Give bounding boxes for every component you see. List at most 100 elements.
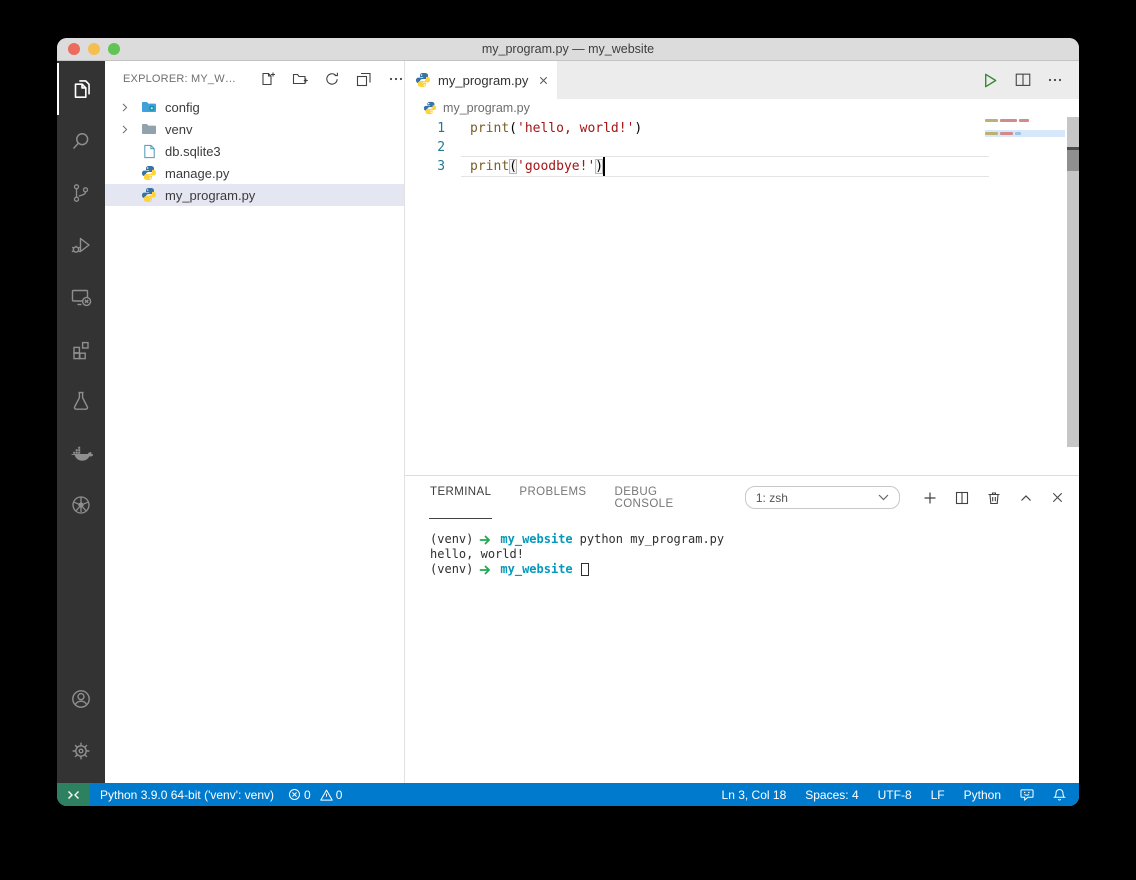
code-line-3: print('goodbye!') [470,157,642,176]
files-icon [69,76,95,102]
tab-label: my_program.py [438,73,528,88]
tree-item-label: db.sqlite3 [165,144,221,159]
run-debug-icon [69,233,93,257]
explorer-sidebar: EXPLORER: MY_W… config [105,61,405,783]
title-bar: my_program.py — my_website [57,38,1079,61]
close-tab-icon[interactable] [538,75,549,86]
terminal-shell-selector[interactable]: 1: zsh [745,486,900,509]
code-editor[interactable]: 1 2 3 print('hello, world!') print('good… [405,117,1079,475]
activity-explorer[interactable] [57,63,105,115]
code-lines: print('hello, world!') print('goodbye!') [470,119,642,176]
window-title: my_program.py — my_website [482,42,654,56]
kubernetes-wheel-icon [69,493,93,517]
remote-indicator[interactable] [57,783,90,806]
tab-terminal[interactable]: TERMINAL [429,476,492,519]
vscode-window: my_program.py — my_website [57,38,1079,806]
activity-remote-explorer[interactable] [57,271,105,323]
tree-item-label: venv [165,122,192,137]
tree-item-config[interactable]: config [105,96,404,118]
tree-item-label: manage.py [165,166,229,181]
explorer-title: EXPLORER: MY_W… [123,73,236,85]
more-actions-icon[interactable] [1047,72,1063,88]
file-tree: config venv db.sqlite3 manage.py [105,96,404,206]
minimize-window-button[interactable] [88,43,100,55]
collapse-folders-icon[interactable] [356,71,372,87]
activity-source-control[interactable] [57,167,105,219]
line-number: 3 [405,157,445,176]
breadcrumb-item: my_program.py [443,101,530,115]
current-line-border-bottom [461,176,989,177]
close-panel-icon[interactable] [1050,490,1065,505]
prompt-arrow-icon [479,565,491,575]
error-icon [288,788,301,801]
python-file-icon [141,165,157,181]
line-number-gutter: 1 2 3 [405,119,445,176]
matched-bracket: ( [509,159,517,174]
tab-debug-console[interactable]: DEBUG CONSOLE [614,476,715,519]
notifications-bell-icon[interactable] [1053,788,1066,801]
close-window-button[interactable] [68,43,80,55]
activity-search[interactable] [57,115,105,167]
split-terminal-icon[interactable] [954,490,970,506]
traffic-lights [68,43,120,55]
tree-item-db-sqlite3[interactable]: db.sqlite3 [105,140,404,162]
breadcrumb[interactable]: my_program.py [405,99,1079,117]
maximize-panel-icon[interactable] [1018,490,1034,506]
remote-explorer-icon [69,285,93,309]
python-file-icon [141,187,157,203]
new-file-icon[interactable] [260,71,276,87]
language-mode-status[interactable]: Python [964,788,1001,802]
activity-docker[interactable] [57,427,105,479]
editor-scrollbar[interactable] [1067,117,1079,447]
activity-kubernetes[interactable] [57,479,105,531]
text-cursor [603,157,605,176]
matched-bracket: ) [595,159,603,174]
feedback-icon[interactable] [1020,788,1034,801]
python-interpreter-status[interactable]: Python 3.9.0 64-bit ('venv': venv) [100,788,274,802]
terminal-output-line: hello, world! [430,547,1079,562]
scrollbar-thumb[interactable] [1067,147,1079,171]
activity-settings[interactable] [57,725,105,777]
new-terminal-icon[interactable] [922,490,938,506]
prompt-arrow-icon [479,535,491,545]
tree-item-venv[interactable]: venv [105,118,404,140]
editor-actions [980,61,1079,99]
tab-my-program-py[interactable]: my_program.py [405,61,557,99]
indentation-status[interactable]: Spaces: 4 [805,788,858,802]
extensions-icon [69,337,93,361]
file-icon [141,143,157,159]
zoom-window-button[interactable] [108,43,120,55]
code-line-1: print('hello, world!') [470,119,642,138]
gear-icon [69,739,93,763]
tree-item-my-program-py[interactable]: my_program.py [105,184,404,206]
editor-tab-bar: my_program.py [405,61,1079,99]
eol-status[interactable]: LF [931,788,945,802]
refresh-icon[interactable] [324,71,340,87]
more-actions-icon[interactable] [388,71,404,87]
minimap[interactable] [985,117,1065,157]
terminal[interactable]: (venv) my_website python my_program.py h… [405,519,1079,783]
encoding-status[interactable]: UTF-8 [878,788,912,802]
kill-terminal-icon[interactable] [986,490,1002,506]
terminal-line: (venv) my_website python my_program.py [430,532,1079,547]
problems-status[interactable]: 0 0 [288,788,348,802]
new-folder-icon[interactable] [292,71,308,87]
activity-bar [57,61,105,783]
activity-account[interactable] [57,673,105,725]
tree-item-manage-py[interactable]: manage.py [105,162,404,184]
tree-item-label: config [165,100,200,115]
activity-testing[interactable] [57,375,105,427]
panel-header: TERMINAL PROBLEMS DEBUG CONSOLE 1: zsh [405,476,1079,519]
split-editor-icon[interactable] [1014,71,1032,89]
run-python-file-icon[interactable] [980,71,999,90]
line-number: 2 [405,138,445,157]
activity-run-debug[interactable] [57,219,105,271]
config-folder-icon [141,99,157,115]
tab-problems[interactable]: PROBLEMS [518,476,587,519]
status-bar: Python 3.9.0 64-bit ('venv': venv) 0 0 L… [57,783,1079,806]
activity-extensions[interactable] [57,323,105,375]
tree-item-label: my_program.py [165,188,255,203]
cursor-position-status[interactable]: Ln 3, Col 18 [722,788,787,802]
docker-whale-icon [69,441,93,465]
remote-icon [67,789,80,801]
